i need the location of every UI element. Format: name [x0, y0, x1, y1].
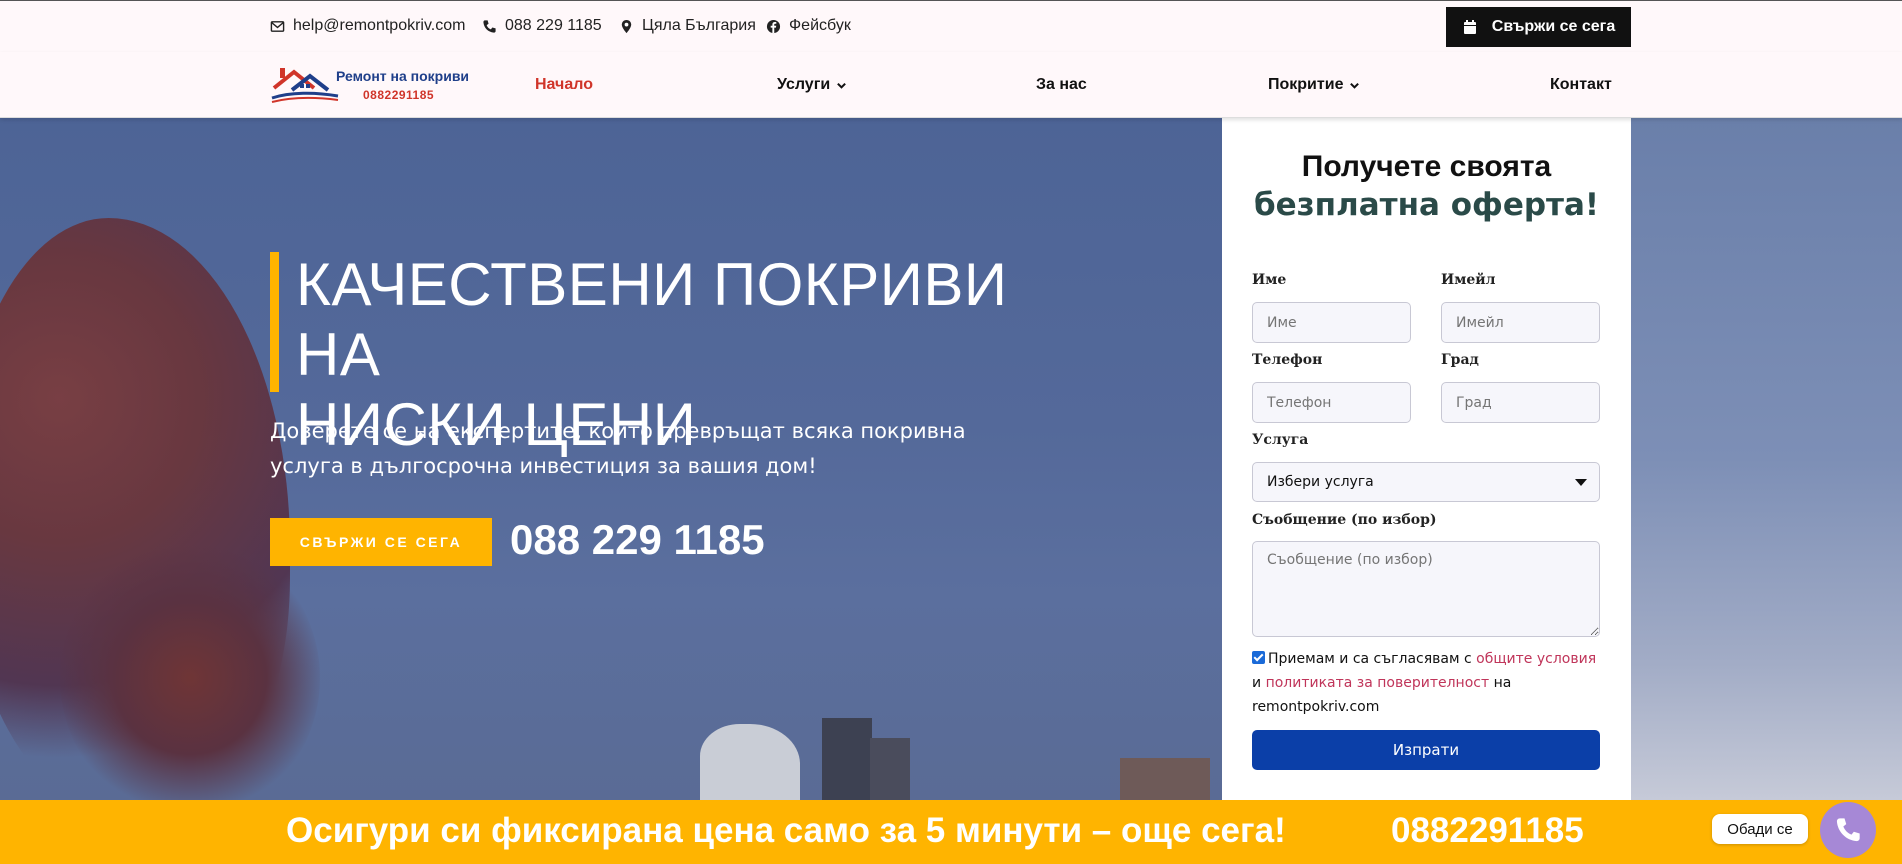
phone-link[interactable]: 088 229 1185 [482, 17, 602, 35]
map-pin-icon [621, 19, 632, 33]
hero-background-sky [1630, 118, 1902, 800]
consent-text: Приемам и са съгласявам с общите условия… [1252, 647, 1602, 719]
call-now-label[interactable]: Обади се [1712, 814, 1808, 844]
location-text: Цяла България [642, 17, 756, 34]
contact-now-label: Свържи се сега [1491, 18, 1616, 35]
consent-site: remontpokriv.com [1252, 699, 1380, 715]
phone-field[interactable] [1252, 382, 1411, 423]
facebook-text: Фейсбук [789, 17, 851, 34]
consent-on: на [1493, 675, 1512, 691]
nav-label: За нас [1036, 76, 1087, 93]
calendar-icon [1463, 20, 1476, 34]
site-logo[interactable]: Ремонт на покриви 0882291185 [270, 66, 475, 106]
service-select[interactable]: Избери услуга [1252, 462, 1600, 502]
envelope-icon [270, 20, 285, 32]
hero-background-tree-lower [60, 538, 320, 800]
facebook-icon [766, 19, 781, 33]
city-label: Град [1441, 352, 1479, 368]
bottom-banner: Осигури си фиксирана цена само за 5 мину… [0, 800, 1902, 864]
service-selected-value: Избери услуга [1267, 474, 1374, 490]
name-label: Име [1252, 272, 1287, 288]
facebook-link[interactable]: Фейсбук [766, 17, 851, 35]
email-link[interactable]: help@remontpokriv.com [270, 17, 465, 35]
consent-and: и [1252, 675, 1262, 691]
call-now-button[interactable] [1820, 802, 1876, 858]
nav-label: Контакт [1550, 76, 1612, 93]
hero-background-chimney [822, 718, 872, 800]
phone-icon [483, 19, 496, 33]
hero-background-chimney-2 [870, 738, 910, 800]
logo-phone: 0882291185 [363, 88, 435, 102]
consent-checkbox[interactable] [1252, 651, 1265, 664]
phone-text: 088 229 1185 [505, 17, 602, 34]
form-title-highlight: безплатна оферта! [1253, 187, 1600, 223]
city-field[interactable] [1441, 382, 1600, 423]
contact-now-button[interactable]: Свържи се сега [1446, 7, 1631, 47]
caret-down-icon [1575, 479, 1587, 486]
message-label: Съобщение (по избор) [1252, 512, 1437, 528]
chevron-down-icon [837, 82, 847, 89]
top-bar: help@remontpokriv.com 088 229 1185 Цяла … [0, 0, 1902, 53]
email-text: help@remontpokriv.com [293, 17, 466, 34]
hero-background-worker [700, 724, 800, 800]
nav-label: Покритие [1268, 76, 1344, 93]
name-field[interactable] [1252, 302, 1411, 343]
privacy-link[interactable]: политиката за поверителност [1266, 675, 1490, 691]
banner-text: Осигури си фиксирана цена само за 5 мину… [286, 811, 1286, 850]
hero-phone[interactable]: 088 229 1185 [510, 516, 765, 564]
banner-phone[interactable]: 0882291185 [1391, 811, 1584, 851]
nav-label: Начало [535, 76, 593, 93]
main-navigation: Ремонт на покриви 0882291185 Начало Услу… [0, 52, 1902, 118]
terms-link[interactable]: общите условия [1476, 651, 1596, 667]
service-label: Услуга [1252, 432, 1309, 448]
hero-background-roof [1120, 758, 1210, 800]
chevron-down-icon [1350, 82, 1360, 89]
roof-logo-icon [271, 68, 339, 103]
consent-prefix: Приемам и са съгласявам с [1268, 651, 1472, 667]
phone-icon [1836, 818, 1860, 842]
form-title: Получете своята [1301, 150, 1552, 183]
nav-item-about[interactable]: За нас [1036, 76, 1087, 94]
submit-button[interactable]: Изпрати [1252, 730, 1600, 770]
hero-subtitle: Доверете се на експертите, които превръщ… [270, 419, 966, 478]
nav-item-contact[interactable]: Контакт [1550, 76, 1612, 94]
logo-title: Ремонт на покриви [336, 68, 470, 84]
hero-contact-button[interactable]: СВЪРЖИ СЕ СЕГА [270, 518, 492, 566]
email-field[interactable] [1441, 302, 1600, 343]
message-field[interactable] [1252, 541, 1600, 637]
hero-accent-bar [270, 252, 279, 392]
email-label: Имейл [1441, 272, 1496, 288]
quote-form: Получете своята безплатна оферта! Име Им… [1222, 118, 1631, 800]
location-item: Цяла България [619, 17, 756, 35]
nav-label: Услуги [777, 76, 831, 93]
nav-item-services[interactable]: Услуги [777, 76, 847, 94]
top-bar-inner: help@remontpokriv.com 088 229 1185 Цяла … [270, 1, 1631, 53]
nav-item-home[interactable]: Начало [535, 76, 593, 94]
phone-label: Телефон [1252, 352, 1323, 368]
nav-item-coverage[interactable]: Покритие [1268, 76, 1360, 94]
hero-title-line-1: КАЧЕСТВЕНИ ПОКРИВИ НА [296, 251, 1008, 388]
